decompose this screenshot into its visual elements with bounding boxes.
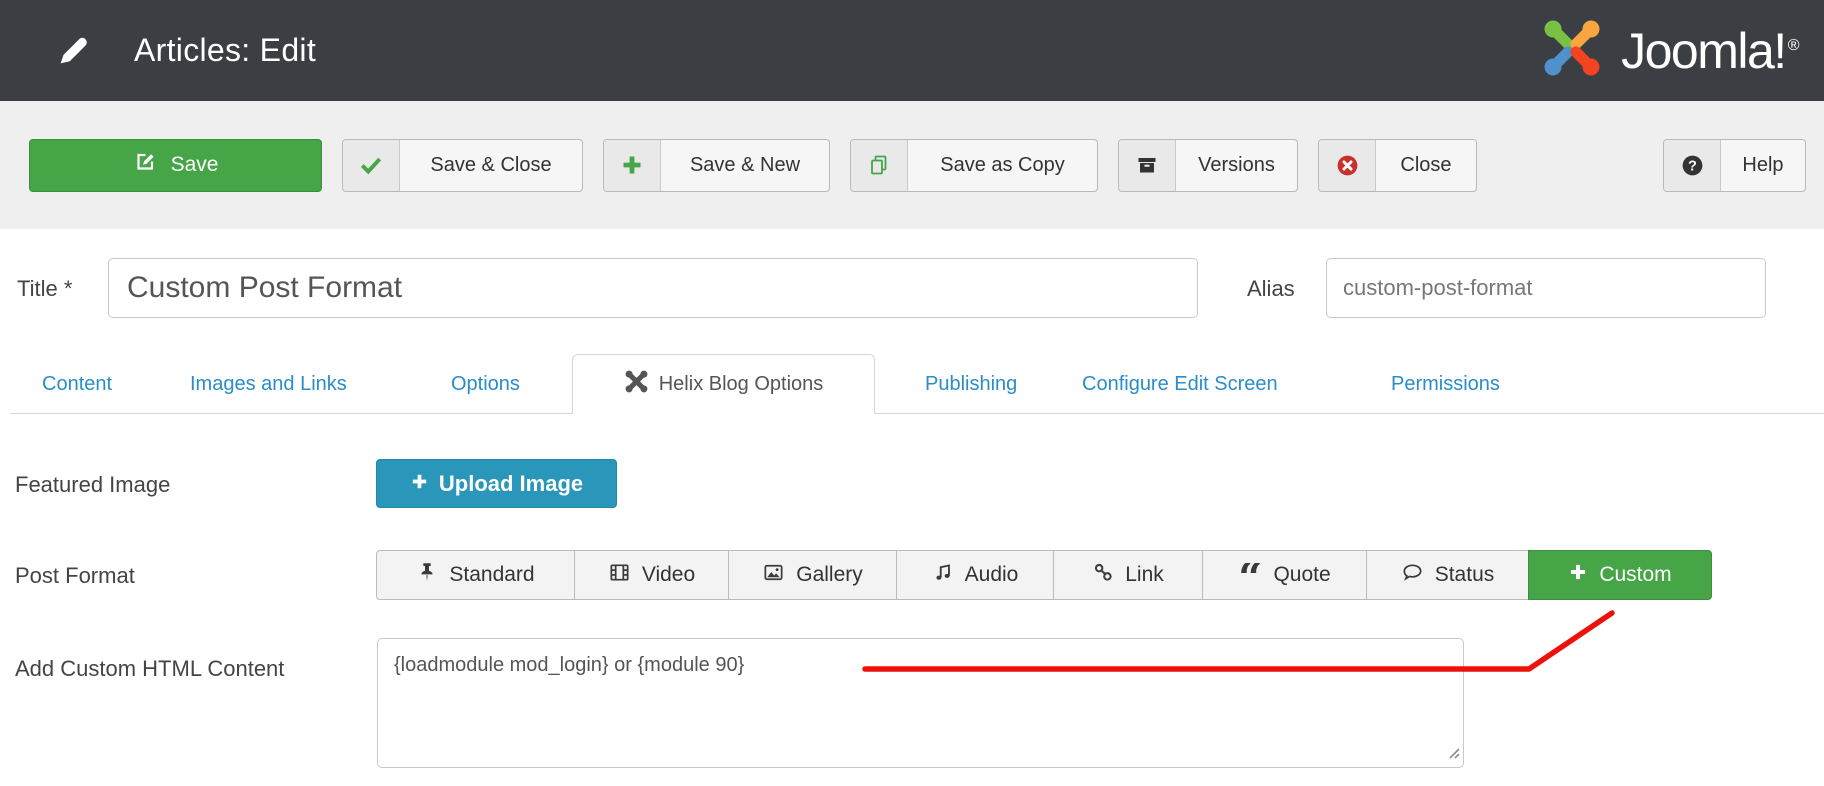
pin-icon [416,561,438,589]
joomla-mark-icon [624,369,649,400]
save-and-close-button[interactable]: Save & Close [342,139,583,192]
plus-icon [410,471,429,497]
format-audio-button[interactable]: Audio [896,550,1054,600]
tab-configure-edit-screen[interactable]: Configure Edit Screen [1082,355,1278,413]
format-custom-button[interactable]: Custom [1528,550,1712,600]
format-link-button[interactable]: Link [1053,550,1203,600]
save-and-new-button[interactable]: Save & New [603,139,830,192]
header-bar: Articles: Edit Joomla!® [0,0,1824,101]
featured-image-label: Featured Image [15,472,170,498]
copy-icon [851,140,908,191]
tabs-divider [10,413,1824,414]
help-button[interactable]: ? Help [1663,139,1806,192]
post-format-button-group: Standard Video Gallery Audio Link [376,550,1712,600]
svg-text:?: ? [1688,158,1697,174]
tab-images-and-links[interactable]: Images and Links [190,355,347,413]
music-icon [932,561,954,589]
format-quote-button[interactable]: “ Quote [1202,550,1367,600]
tab-publishing[interactable]: Publishing [925,355,1017,413]
tab-helix-blog-options[interactable]: Helix Blog Options [572,354,875,414]
format-video-button[interactable]: Video [574,550,729,600]
image-icon [762,561,785,590]
format-standard-button[interactable]: Standard [376,550,575,600]
save-edit-icon [133,150,157,180]
film-icon [608,561,631,590]
title-input[interactable] [108,258,1198,318]
comment-icon [1401,561,1424,590]
joomla-brand: Joomla!® [1539,0,1798,101]
save-as-copy-button[interactable]: Save as Copy [850,139,1098,192]
check-icon [343,140,400,191]
tab-permissions[interactable]: Permissions [1391,355,1500,413]
format-status-button[interactable]: Status [1366,550,1529,600]
question-icon: ? [1664,140,1721,191]
alias-input[interactable] [1326,258,1766,318]
custom-html-textarea[interactable]: {loadmodule mod_login} or {module 90} [377,638,1464,768]
plus-icon [604,140,661,191]
page-title: Articles: Edit [134,32,316,69]
post-format-label: Post Format [15,563,135,589]
edit-pencil-icon [55,32,92,69]
upload-image-button[interactable]: Upload Image [376,459,617,508]
link-icon [1092,561,1114,589]
tab-content[interactable]: Content [42,355,112,413]
joomla-logo-icon [1539,16,1605,85]
quote-icon: “ [1238,563,1262,587]
cancel-icon [1319,140,1376,191]
brand-wordmark: Joomla!® [1621,22,1798,80]
close-button[interactable]: Close [1318,139,1477,192]
registered-mark: ® [1788,37,1798,54]
toolbar: Save Save & Close Save & New Save as Cop… [0,101,1824,229]
save-button[interactable]: Save [29,139,322,192]
plus-icon [1568,562,1588,588]
versions-button[interactable]: Versions [1118,139,1298,192]
custom-html-label: Add Custom HTML Content [15,656,284,682]
resize-handle-icon[interactable] [1447,746,1460,764]
articles-edit-page: Articles: Edit Joomla!® [0,0,1824,786]
custom-html-field-wrap: {loadmodule mod_login} or {module 90} [377,638,1464,768]
tab-options[interactable]: Options [451,355,520,413]
alias-label: Alias [1247,276,1295,302]
format-gallery-button[interactable]: Gallery [728,550,897,600]
archive-icon [1119,140,1176,191]
title-label: Title * [17,276,72,302]
